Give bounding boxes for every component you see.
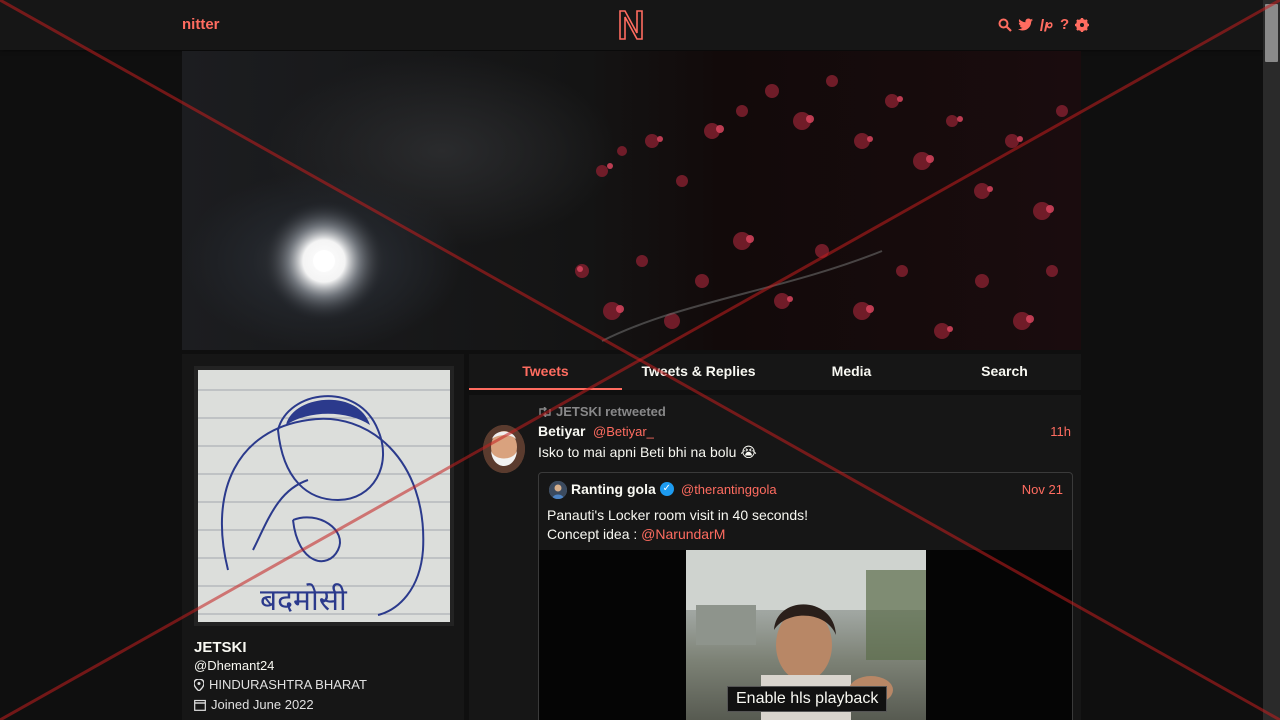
timeline-tabs: Tweets Tweets & Replies Media Search: [469, 354, 1081, 390]
nitter-logo-icon[interactable]: [617, 8, 645, 42]
navbar: nitter ?: [0, 0, 1263, 50]
profile-name[interactable]: JETSKI: [194, 639, 247, 656]
profile-avatar[interactable]: बदमोसी: [194, 366, 454, 626]
scrollbar-thumb[interactable]: [1265, 4, 1278, 62]
profile-avatar-image: बदमोसी: [198, 370, 450, 622]
profile-banner[interactable]: [182, 51, 1081, 350]
tab-media[interactable]: Media: [775, 354, 928, 390]
tab-search[interactable]: Search: [928, 354, 1081, 390]
profile-card: बदमोसी JETSKI @Dhemant24 HINDURASHTRA BH…: [182, 354, 464, 720]
tab-tweets[interactable]: Tweets: [469, 354, 622, 390]
twitter-icon[interactable]: [1018, 18, 1034, 32]
quote-author-name-text[interactable]: Ranting gola: [571, 481, 656, 497]
quote-text-prefix: Concept idea :: [547, 526, 642, 542]
lp-icon[interactable]: [1040, 18, 1054, 32]
quote-author-username[interactable]: @therantinggola: [681, 482, 777, 497]
location-pin-icon: [194, 678, 204, 691]
calendar-icon: [194, 699, 206, 711]
quote-mention-link[interactable]: @NarundarM: [641, 526, 725, 542]
page-scrollbar[interactable]: [1263, 0, 1280, 720]
search-icon[interactable]: [998, 18, 1012, 32]
timeline: JETSKI retweeted Betiyar @Betiyar_ 11h I…: [469, 395, 1081, 720]
retweet-icon: [539, 406, 551, 417]
profile-joined-text: Joined June 2022: [211, 697, 314, 712]
tweet-author-name[interactable]: Betiyar: [538, 423, 585, 439]
profile-handle[interactable]: @Dhemant24: [194, 658, 274, 673]
quoted-tweet[interactable]: Ranting gola ✓ @therantinggola Nov 21 Pa…: [538, 472, 1073, 720]
avatar-caption: बदमोसी: [260, 583, 347, 618]
gear-icon[interactable]: [1075, 17, 1090, 32]
retweet-header: JETSKI retweeted: [538, 404, 666, 419]
quote-author-avatar[interactable]: [549, 481, 567, 499]
nav-brand-link[interactable]: nitter: [182, 16, 220, 33]
quote-author-name[interactable]: Ranting gola ✓: [571, 481, 674, 497]
nav-icons: ?: [998, 16, 1090, 33]
verified-badge-icon: ✓: [659, 482, 674, 496]
profile-location-text: HINDURASHTRA BHARAT: [209, 677, 367, 692]
tweet-text: Isko to mai apni Beti bhi na bolu 😭: [538, 444, 757, 460]
profile-location: HINDURASHTRA BHARAT: [194, 677, 367, 692]
banner-image: [264, 75, 1068, 342]
quote-date[interactable]: Nov 21: [1022, 482, 1063, 497]
enable-hls-button[interactable]: Enable hls playback: [727, 686, 888, 712]
help-icon[interactable]: ?: [1060, 16, 1069, 33]
retweet-label[interactable]: JETSKI retweeted: [556, 404, 666, 419]
quote-text-line2: Concept idea : @NarundarM: [547, 526, 725, 542]
tweet-author-username[interactable]: @Betiyar_: [593, 424, 654, 439]
quote-video[interactable]: Enable hls playback: [539, 550, 1072, 720]
quote-text-line1: Panauti's Locker room visit in 40 second…: [547, 507, 809, 523]
profile-joined: Joined June 2022: [194, 697, 314, 712]
tweet-author-avatar[interactable]: [483, 425, 525, 473]
tab-tweets-replies[interactable]: Tweets & Replies: [622, 354, 775, 390]
tweet-date[interactable]: 11h: [1050, 424, 1071, 439]
